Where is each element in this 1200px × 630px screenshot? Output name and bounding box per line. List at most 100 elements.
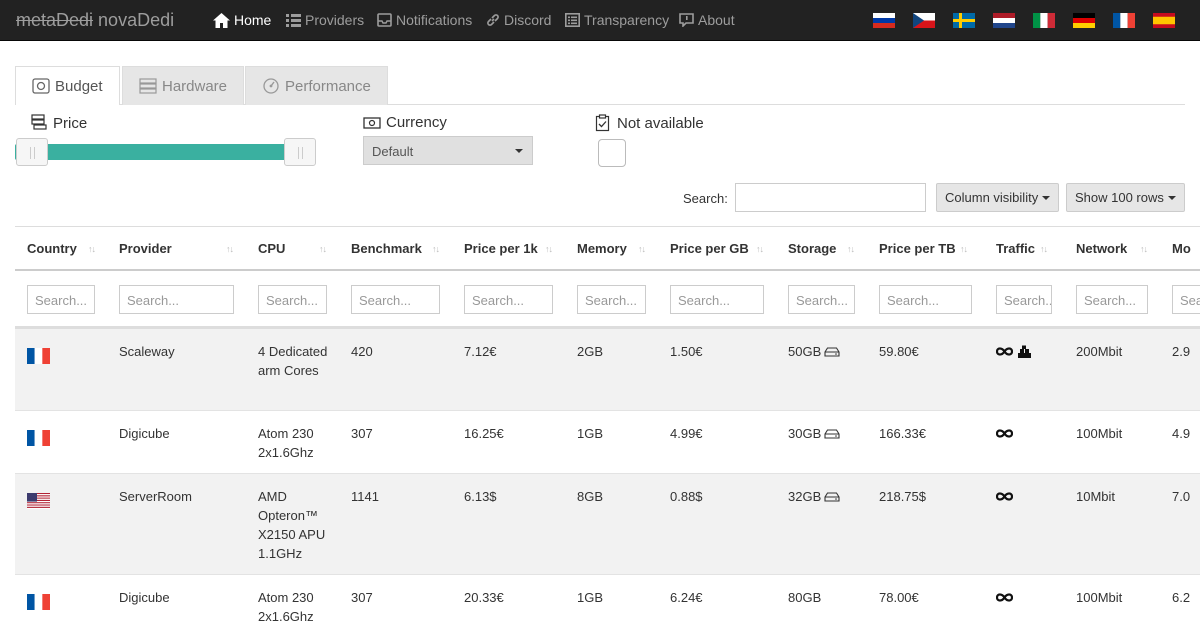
- sort-arrows-icon[interactable]: ↑↓: [226, 244, 234, 254]
- nav-transparency[interactable]: Transparency: [565, 12, 669, 28]
- column-header-traffic[interactable]: Traffic: [996, 241, 1035, 256]
- price-per-tb-cell: 78.00€: [879, 588, 919, 607]
- sort-arrows-icon[interactable]: ↑↓: [319, 244, 327, 254]
- brand-logo[interactable]: metaDedi novaDedi: [16, 10, 174, 31]
- monthly-price-cell-text: 7.0: [1172, 489, 1191, 504]
- column-header-storage[interactable]: Storage: [788, 241, 836, 256]
- sort-arrows-icon[interactable]: ↑↓: [1140, 244, 1148, 254]
- nav-providers[interactable]: Providers: [286, 12, 364, 28]
- sort-arrows-icon[interactable]: ↑↓: [638, 244, 646, 254]
- price-per-1k-cell: 6.13$: [464, 487, 497, 506]
- column-header-price-per-1k[interactable]: Price per 1k: [464, 241, 538, 256]
- language-ru-flag[interactable]: [873, 13, 895, 28]
- column-search-input[interactable]: Search...: [788, 285, 855, 314]
- table-row[interactable]: [15, 411, 1200, 474]
- column-search-input[interactable]: Search...: [1076, 285, 1148, 314]
- column-header-country[interactable]: Country: [27, 241, 77, 256]
- storage-cell-text: 50GB: [788, 344, 822, 359]
- storage-cell-text: 32GB: [788, 489, 822, 504]
- global-search-input[interactable]: [735, 183, 926, 212]
- column-search-input[interactable]: Search...: [996, 285, 1052, 314]
- chevron-down-icon: [1167, 195, 1176, 200]
- currency-filter-label: Currency: [363, 114, 447, 131]
- network-cell-text: 100Mbit: [1076, 426, 1123, 441]
- nav-notifications[interactable]: Notifications: [377, 12, 472, 28]
- column-header-benchmark[interactable]: Benchmark: [351, 241, 422, 256]
- chevron-down-icon: [1042, 195, 1051, 200]
- traffic-cell: [995, 486, 1014, 505]
- column-header-provider[interactable]: Provider: [119, 241, 172, 256]
- column-search-input[interactable]: Search...: [464, 285, 553, 314]
- infinity-icon: [995, 593, 1014, 602]
- column-header-price-per-gb[interactable]: Price per GB: [670, 241, 749, 256]
- column-header-cpu[interactable]: CPU: [258, 241, 285, 256]
- column-header-memory[interactable]: Memory: [577, 241, 627, 256]
- nav-home[interactable]: Home: [213, 12, 271, 28]
- language-se-flag[interactable]: [953, 13, 975, 28]
- sort-arrows-icon[interactable]: ↑↓: [847, 244, 855, 254]
- provider-cell: ServerRoom: [119, 487, 192, 506]
- list-alt-icon: [565, 13, 580, 27]
- infinity-icon: [995, 492, 1014, 501]
- sort-arrows-icon[interactable]: ↑↓: [545, 244, 553, 254]
- column-search-input[interactable]: Search...: [258, 285, 327, 314]
- cpu-cell-text: 4 Dedicated arm Cores: [258, 344, 328, 378]
- sort-arrows-icon[interactable]: ↑↓: [1040, 244, 1048, 254]
- price-slider-min-handle[interactable]: [16, 138, 48, 166]
- table-row[interactable]: [15, 575, 1200, 630]
- nav-providers-label: Providers: [305, 12, 365, 28]
- language-cz-flag[interactable]: [913, 13, 935, 28]
- column-search-input[interactable]: Search...: [577, 285, 646, 314]
- provider-cell: Digicube: [119, 588, 170, 607]
- provider-cell: Scaleway: [119, 342, 175, 361]
- column-search-input[interactable]: Search...: [879, 285, 972, 314]
- sort-arrows-icon[interactable]: ↑↓: [88, 244, 96, 254]
- column-search-input[interactable]: Search...: [27, 285, 95, 314]
- comment-icon: [679, 13, 694, 27]
- sort-arrows-icon[interactable]: ↑↓: [756, 244, 764, 254]
- nav-about[interactable]: About: [679, 12, 735, 28]
- traffic-cell: [995, 341, 1032, 360]
- tab-budget[interactable]: Budget: [15, 66, 120, 105]
- tab-performance[interactable]: Performance: [245, 66, 388, 105]
- cpu-cell: 4 Dedicated arm Cores: [258, 342, 338, 380]
- nav-discord[interactable]: Discord: [486, 12, 551, 28]
- piggy-bank-icon: [32, 78, 50, 94]
- column-header-network[interactable]: Network: [1076, 241, 1127, 256]
- column-search-input[interactable]: Search...: [119, 285, 234, 314]
- column-header-mo[interactable]: Mo: [1172, 241, 1191, 256]
- language-nl-flag[interactable]: [993, 13, 1015, 28]
- price-per-gb-cell-text: 1.50€: [670, 344, 703, 359]
- network-cell: 10Mbit: [1076, 487, 1115, 506]
- cpu-cell: AMD Opteron™ X2150 APU 1.1GHz: [258, 487, 338, 563]
- currency-select[interactable]: Default: [363, 136, 533, 165]
- column-search-input[interactable]: Search...: [1172, 285, 1200, 314]
- table-row[interactable]: [15, 474, 1200, 575]
- price-per-1k-cell: 16.25€: [464, 424, 504, 443]
- monthly-price-cell: 7.0: [1172, 487, 1190, 506]
- ddos-protection-icon: [1018, 345, 1031, 358]
- language-de-flag[interactable]: [1073, 13, 1095, 28]
- benchmark-cell: 420: [351, 342, 373, 361]
- sort-arrows-icon[interactable]: ↑↓: [432, 244, 440, 254]
- monthly-price-cell-text: 4.9: [1172, 426, 1191, 441]
- sort-arrows-icon[interactable]: ↑↓: [960, 244, 968, 254]
- show-rows-button[interactable]: Show 100 rows: [1066, 183, 1185, 212]
- column-header-price-per-tb[interactable]: Price per TB: [879, 241, 956, 256]
- price-per-tb-cell-text: 218.75$: [879, 489, 926, 504]
- not-available-checkbox[interactable]: [598, 139, 626, 167]
- column-search-input[interactable]: Search...: [670, 285, 764, 314]
- language-fr-flag[interactable]: [1113, 13, 1135, 28]
- column-search-input[interactable]: Search...: [351, 285, 440, 314]
- column-visibility-button[interactable]: Column visibility: [936, 183, 1060, 212]
- memory-cell-text: 1GB: [577, 590, 604, 605]
- tab-hardware[interactable]: Hardware: [122, 66, 245, 105]
- language-it-flag[interactable]: [1033, 13, 1055, 28]
- table-top-border: [15, 226, 1200, 227]
- price-slider-max-handle[interactable]: [284, 138, 316, 166]
- not-available-filter-label: Not available: [595, 114, 704, 132]
- price-range-slider[interactable]: [15, 144, 315, 160]
- nav-about-label: About: [698, 12, 735, 28]
- storage-cell-text: 80GB: [788, 590, 822, 605]
- language-es-flag[interactable]: [1153, 13, 1175, 28]
